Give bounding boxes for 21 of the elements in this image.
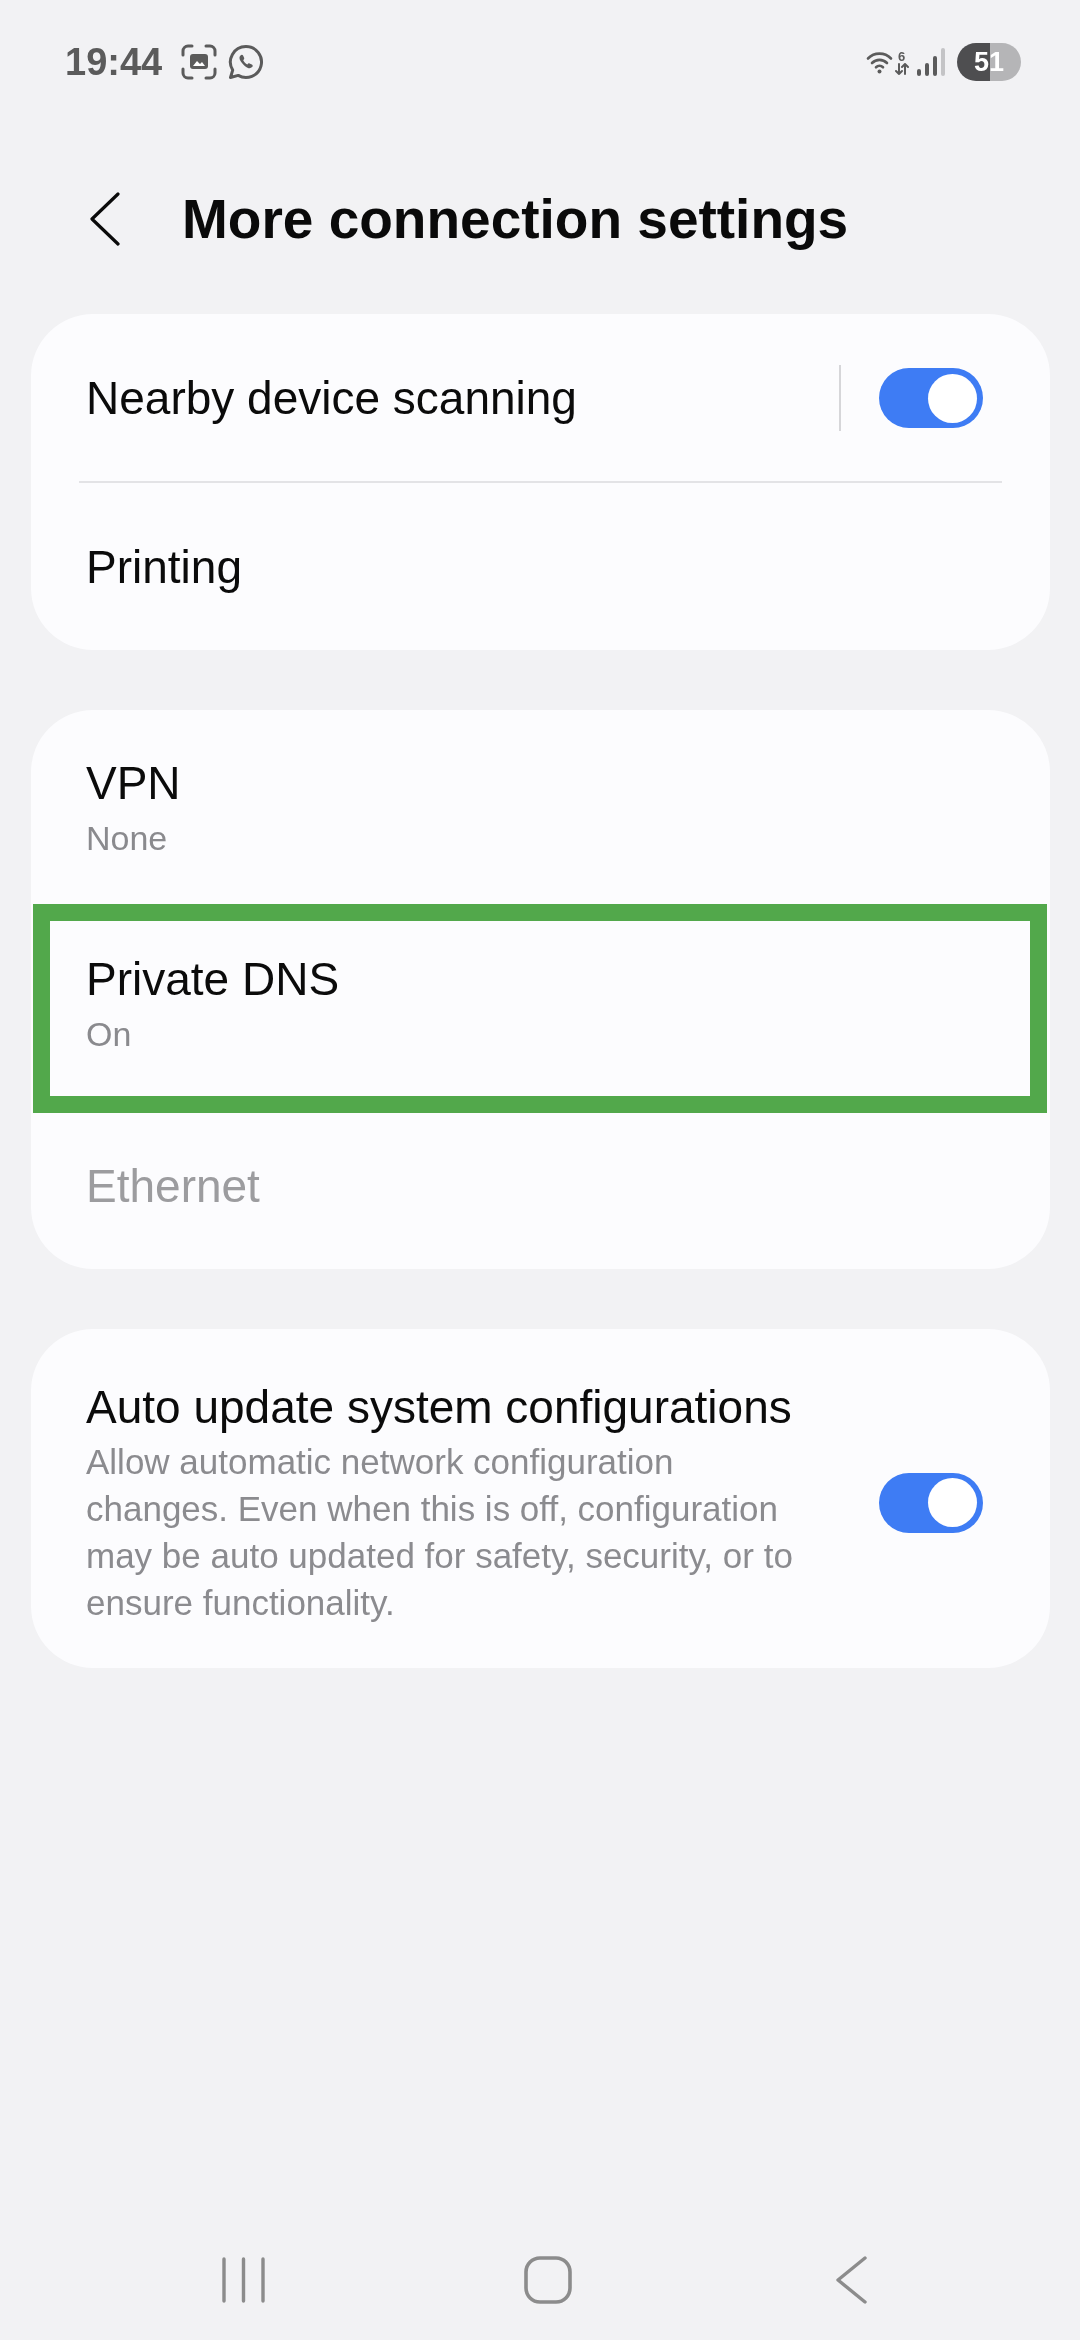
setting-title[interactable]: Auto update system configurations (86, 1379, 792, 1435)
setting-description: Allow automatic network configuration changes. Even when this is off, configuration may be auto updated for safety, security, or to ensure functionality. (86, 1441, 794, 1624)
chat-phone-icon (228, 44, 265, 80)
setting-value: None (86, 818, 168, 859)
clock-time: 19:44 (65, 40, 163, 84)
toggle-switch[interactable] (879, 368, 983, 428)
setting-title[interactable]: Printing (86, 539, 242, 595)
setting-title[interactable]: Nearby device scanning (86, 370, 577, 426)
wifi-icon (866, 50, 893, 74)
data-arrows-icon (894, 62, 909, 75)
setting-title[interactable]: Private DNS (86, 951, 340, 1007)
home-icon[interactable] (524, 2256, 572, 2304)
image-frame-icon (181, 44, 218, 80)
back-icon[interactable] (90, 192, 120, 246)
wifi-standard-label: 6 (897, 49, 906, 63)
setting-title[interactable]: VPN (86, 755, 181, 811)
page-title: More connection settings (182, 187, 849, 251)
signal-icon (917, 48, 945, 76)
setting-title: Ethernet (86, 1159, 260, 1214)
recent-apps-icon[interactable] (222, 2257, 265, 2303)
setting-value: On (86, 1014, 132, 1055)
